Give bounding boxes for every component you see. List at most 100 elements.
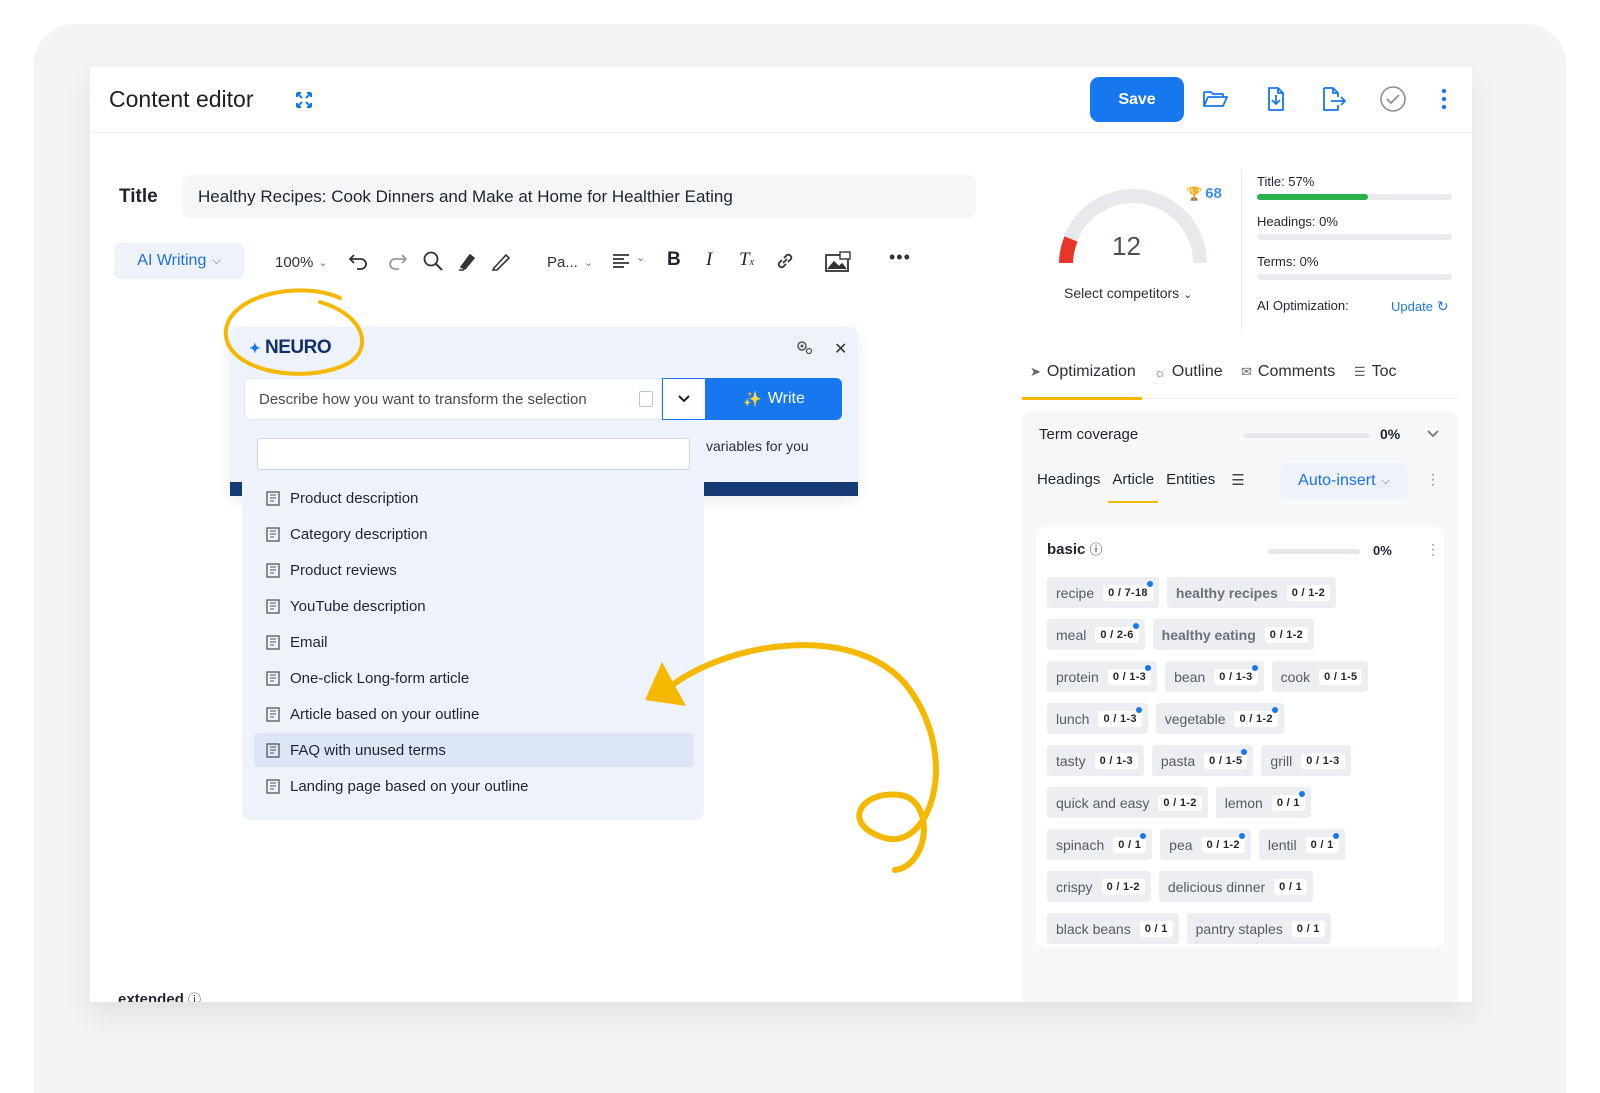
template-item[interactable]: YouTube description: [254, 589, 694, 623]
redo-icon[interactable]: [386, 250, 408, 272]
expand-icon[interactable]: [295, 91, 313, 109]
term-chip[interactable]: spinach 0 / 1: [1047, 829, 1153, 860]
chevron-down-icon[interactable]: [1426, 429, 1440, 439]
auto-insert-dropdown[interactable]: Auto-insert ⌵: [1280, 463, 1408, 499]
term-chip[interactable]: bean 0 / 1-3: [1165, 661, 1264, 692]
term-count: 0 / 1-2: [1234, 710, 1278, 727]
term-chip[interactable]: cook 0 / 1-5: [1271, 661, 1369, 692]
folder-open-icon[interactable]: [1201, 85, 1229, 113]
template-item[interactable]: Article based on your outline: [254, 697, 694, 731]
term-text: pea: [1169, 836, 1193, 853]
subtab-entities[interactable]: Entities: [1166, 471, 1215, 489]
bulb-icon: ☼: [1154, 364, 1166, 380]
more-vertical-icon[interactable]: [1430, 85, 1458, 113]
subtab-headings[interactable]: Headings: [1037, 471, 1100, 489]
term-row: protein 0 / 1-3 bean 0 / 1-3 cook 0 / 1-5: [1047, 661, 1369, 692]
metric-headings: Headings: 0%: [1257, 214, 1338, 229]
zoom-select[interactable]: 100% ⌄: [275, 243, 328, 281]
italic-icon[interactable]: I: [706, 249, 712, 271]
term-chip[interactable]: crispy 0 / 1-2: [1047, 871, 1151, 902]
update-link[interactable]: Update ↻: [1391, 298, 1449, 315]
template-item[interactable]: One-click Long-form article: [254, 661, 694, 695]
close-icon[interactable]: ✕: [834, 339, 847, 359]
more-vertical-icon[interactable]: ⋮: [1426, 541, 1440, 558]
image-icon[interactable]: [824, 250, 852, 274]
top-bar: Content editor Save: [90, 67, 1472, 133]
template-label: Landing page based on your outline: [290, 777, 529, 795]
term-chip[interactable]: lemon 0 / 1: [1215, 787, 1311, 818]
term-text: quick and easy: [1056, 794, 1150, 811]
term-count: 0 / 1-3: [1107, 668, 1152, 685]
subtab-article[interactable]: Article: [1108, 471, 1158, 503]
term-chip[interactable]: lentil 0 / 1: [1258, 829, 1345, 860]
term-chip[interactable]: recipe 0 / 7-18: [1047, 577, 1159, 608]
template-item[interactable]: Email: [254, 625, 694, 659]
term-chip[interactable]: quick and easy 0 / 1-2: [1047, 787, 1208, 818]
write-button[interactable]: ✨ Write: [706, 378, 842, 420]
term-chip[interactable]: pasta 0 / 1-5: [1151, 745, 1254, 776]
check-circle-icon[interactable]: [1379, 85, 1407, 113]
transform-prompt-input[interactable]: Describe how you want to transform the s…: [244, 378, 662, 420]
ai-writing-dropdown[interactable]: AI Writing ⌵: [114, 243, 244, 279]
import-icon[interactable]: [1261, 85, 1289, 113]
tab-outline[interactable]: ☼ Outline: [1154, 363, 1223, 381]
bold-icon[interactable]: B: [667, 249, 681, 271]
ai-writing-label: AI Writing: [137, 252, 207, 269]
term-chip[interactable]: tasty 0 / 1-3: [1047, 745, 1144, 776]
term-chip[interactable]: grill 0 / 1-3: [1261, 745, 1351, 776]
template-item[interactable]: Landing page based on your outline: [254, 769, 694, 803]
pen-icon[interactable]: [490, 250, 512, 272]
term-chip[interactable]: black beans 0 / 1: [1047, 913, 1179, 944]
settings-icon[interactable]: [794, 337, 814, 357]
tab-toc[interactable]: ☰ Toc: [1354, 363, 1397, 381]
save-button[interactable]: Save: [1090, 77, 1184, 122]
align-left-icon[interactable]: [611, 250, 633, 272]
chevron-down-icon: ⌄: [318, 256, 328, 269]
term-chip[interactable]: meal 0 / 2-6: [1047, 619, 1145, 650]
paragraph-select[interactable]: Pa... ⌄: [547, 243, 593, 281]
term-text: vegetable: [1164, 710, 1226, 727]
term-chip[interactable]: healthy recipes 0 / 1-2: [1166, 577, 1337, 608]
status-dot: [1146, 581, 1153, 587]
template-label: Product reviews: [290, 561, 397, 579]
template-item[interactable]: Product description: [254, 481, 694, 515]
template-search-input[interactable]: [257, 438, 690, 470]
template-item[interactable]: Product reviews: [254, 553, 694, 587]
template-item[interactable]: Category description: [254, 517, 694, 551]
tab-optimization[interactable]: ➤ Optimization: [1022, 363, 1142, 400]
term-chip[interactable]: delicious dinner 0 / 1: [1158, 871, 1314, 902]
score-divider: [1241, 169, 1242, 329]
clear-format-icon[interactable]: Tx: [739, 249, 754, 271]
document-icon: [266, 778, 280, 794]
export-icon[interactable]: [1319, 85, 1347, 113]
more-vertical-icon[interactable]: ⋮: [1426, 471, 1440, 488]
more-horizontal-icon[interactable]: •••: [889, 247, 911, 268]
template-dropdown-toggle[interactable]: [662, 378, 706, 420]
link-icon[interactable]: [774, 250, 796, 272]
term-chip[interactable]: pea 0 / 1-2: [1160, 829, 1251, 860]
term-chip[interactable]: protein 0 / 1-3: [1047, 661, 1158, 692]
term-chip[interactable]: lunch 0 / 1-3: [1047, 703, 1148, 734]
term-chip[interactable]: healthy eating 0 / 1-2: [1152, 619, 1315, 650]
metric-terms-bar: [1257, 274, 1452, 280]
term-count: 0 / 7-18: [1103, 584, 1153, 601]
status-dot: [1135, 707, 1142, 713]
status-dot: [1271, 707, 1278, 713]
term-text: grill: [1270, 752, 1293, 769]
select-competitors[interactable]: Select competitors ⌄: [1064, 285, 1192, 301]
save-prompt-icon[interactable]: [639, 391, 653, 407]
highlighter-icon[interactable]: [456, 250, 478, 272]
term-count: 0 / 1-2: [1264, 626, 1309, 643]
term-text: healthy eating: [1161, 626, 1256, 643]
term-chip[interactable]: vegetable 0 / 1-2: [1155, 703, 1284, 734]
filter-icon[interactable]: ☰: [1231, 471, 1244, 489]
template-label: YouTube description: [290, 597, 426, 615]
term-chip[interactable]: pantry staples 0 / 1: [1186, 913, 1331, 944]
search-icon[interactable]: [422, 250, 444, 272]
title-input[interactable]: Healthy Recipes: Cook Dinners and Make a…: [182, 175, 976, 218]
undo-icon[interactable]: [348, 250, 370, 272]
tab-comments[interactable]: ✉ Comments: [1241, 363, 1335, 381]
editor-window: Content editor Save Title Healthy Recipe…: [90, 67, 1472, 1002]
template-item[interactable]: FAQ with unused terms: [254, 733, 694, 767]
term-text: protein: [1056, 668, 1099, 685]
